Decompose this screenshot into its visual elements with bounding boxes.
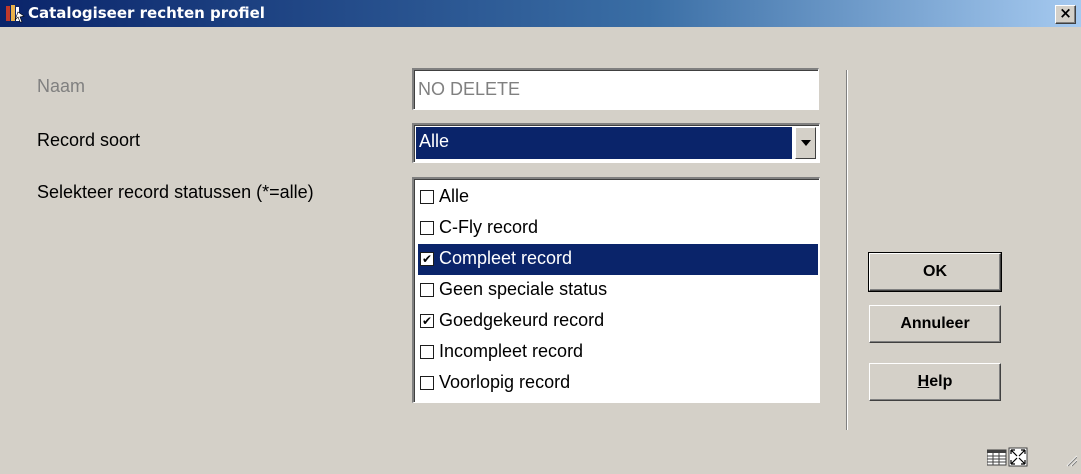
list-item[interactable]: Incompleet record — [418, 337, 818, 368]
list-item[interactable]: Alle — [418, 182, 818, 213]
maximize-icon[interactable] — [1008, 447, 1028, 467]
list-item-label: Geen speciale status — [439, 279, 608, 299]
dropdown-arrow-button[interactable] — [795, 127, 816, 159]
close-button[interactable]: × — [1055, 5, 1076, 24]
dialog-window: Catalogiseer rechten profiel × Naam NO D… — [0, 0, 1081, 474]
checkbox[interactable] — [420, 221, 434, 235]
checkbox[interactable] — [420, 283, 434, 297]
vertical-divider — [846, 70, 848, 430]
list-item[interactable]: Voorlopig record — [418, 368, 818, 399]
list-item-label: Compleet record — [439, 248, 573, 268]
naam-input: NO DELETE — [412, 68, 819, 110]
grid-view-icon[interactable] — [987, 449, 1007, 466]
statussen-label: Selekteer record statussen (*=alle) — [37, 182, 314, 202]
checkbox[interactable] — [420, 376, 434, 390]
list-item[interactable]: ✔ Goedgekeurd record — [418, 306, 818, 337]
help-label-rest: elp — [929, 373, 953, 390]
list-item-label: Voorlopig record — [439, 372, 571, 392]
list-item[interactable]: ✔ Compleet record — [418, 244, 818, 275]
list-item[interactable]: C-Fly record — [418, 213, 818, 244]
checkbox[interactable] — [420, 345, 434, 359]
naam-label: Naam — [37, 76, 86, 96]
list-item-label: Goedgekeurd record — [439, 310, 605, 330]
record-soort-dropdown[interactable]: Alle — [412, 123, 820, 163]
window-title: Catalogiseer rechten profiel — [28, 4, 265, 22]
library-app-icon — [6, 5, 25, 23]
help-button[interactable]: Help — [869, 363, 1001, 401]
list-item[interactable]: Geen speciale status — [418, 275, 818, 306]
list-item-label: Alle — [439, 186, 470, 206]
checkbox[interactable]: ✔ — [420, 252, 434, 266]
resize-grip-icon[interactable] — [1066, 455, 1077, 467]
list-item-label: Incompleet record — [439, 341, 584, 361]
record-soort-value[interactable]: Alle — [416, 127, 792, 159]
help-mnemonic: H — [917, 373, 930, 390]
ok-button[interactable]: OK — [868, 252, 1002, 292]
annuleer-button[interactable]: Annuleer — [869, 305, 1001, 343]
statussen-listbox[interactable]: Alle C-Fly record ✔ Compleet record Geen… — [412, 177, 820, 403]
title-bar[interactable]: Catalogiseer rechten profiel × — [0, 0, 1081, 27]
list-item-label: C-Fly record — [439, 217, 539, 237]
status-icons — [987, 447, 1077, 467]
checkbox[interactable]: ✔ — [420, 314, 434, 328]
record-soort-label: Record soort — [37, 130, 141, 150]
close-icon: × — [1059, 4, 1072, 22]
checkbox[interactable] — [420, 190, 434, 204]
chevron-down-icon — [801, 140, 811, 146]
